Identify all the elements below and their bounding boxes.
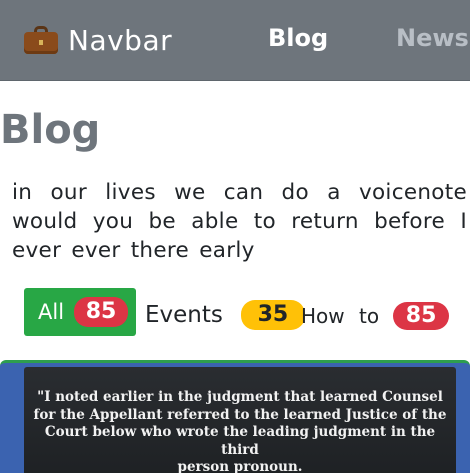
- quote-line: "I noted earlier in the judgment that le…: [37, 389, 443, 405]
- filter-all-count-badge: 85: [74, 297, 129, 327]
- filter-events-label: Events: [145, 302, 223, 328]
- top-navbar: Navbar Blog News: [0, 0, 470, 81]
- filter-events-button[interactable]: Events 35: [145, 300, 305, 330]
- filter-events-count-badge: 35: [240, 300, 305, 330]
- blog-post-card[interactable]: "I noted earlier in the judgment that le…: [0, 360, 470, 473]
- filter-howto-count-badge: 85: [393, 302, 450, 330]
- filter-all-label: All: [38, 300, 65, 324]
- filter-howto-button[interactable]: How to 85: [301, 302, 450, 330]
- quote-line: person pronoun.: [177, 459, 303, 473]
- quote-line: Court below who wrote the leading judgme…: [44, 424, 436, 458]
- filter-all-button[interactable]: All 85: [24, 288, 136, 336]
- navbar-brand[interactable]: Navbar: [24, 20, 172, 60]
- post-quote-image[interactable]: "I noted earlier in the judgment that le…: [24, 367, 456, 473]
- quote-text: "I noted earlier in the judgment that le…: [24, 389, 456, 473]
- briefcase-icon: [24, 26, 58, 54]
- nav-link-blog[interactable]: Blog: [268, 24, 328, 52]
- filter-howto-label: How to: [301, 304, 380, 328]
- page-title: Blog: [0, 107, 101, 153]
- brand-label: Navbar: [68, 23, 173, 57]
- intro-text: in our lives we can do a voicenote would…: [12, 180, 467, 263]
- nav-link-news[interactable]: News: [396, 24, 469, 52]
- quote-line: for the Appellant referred to the learne…: [33, 406, 447, 423]
